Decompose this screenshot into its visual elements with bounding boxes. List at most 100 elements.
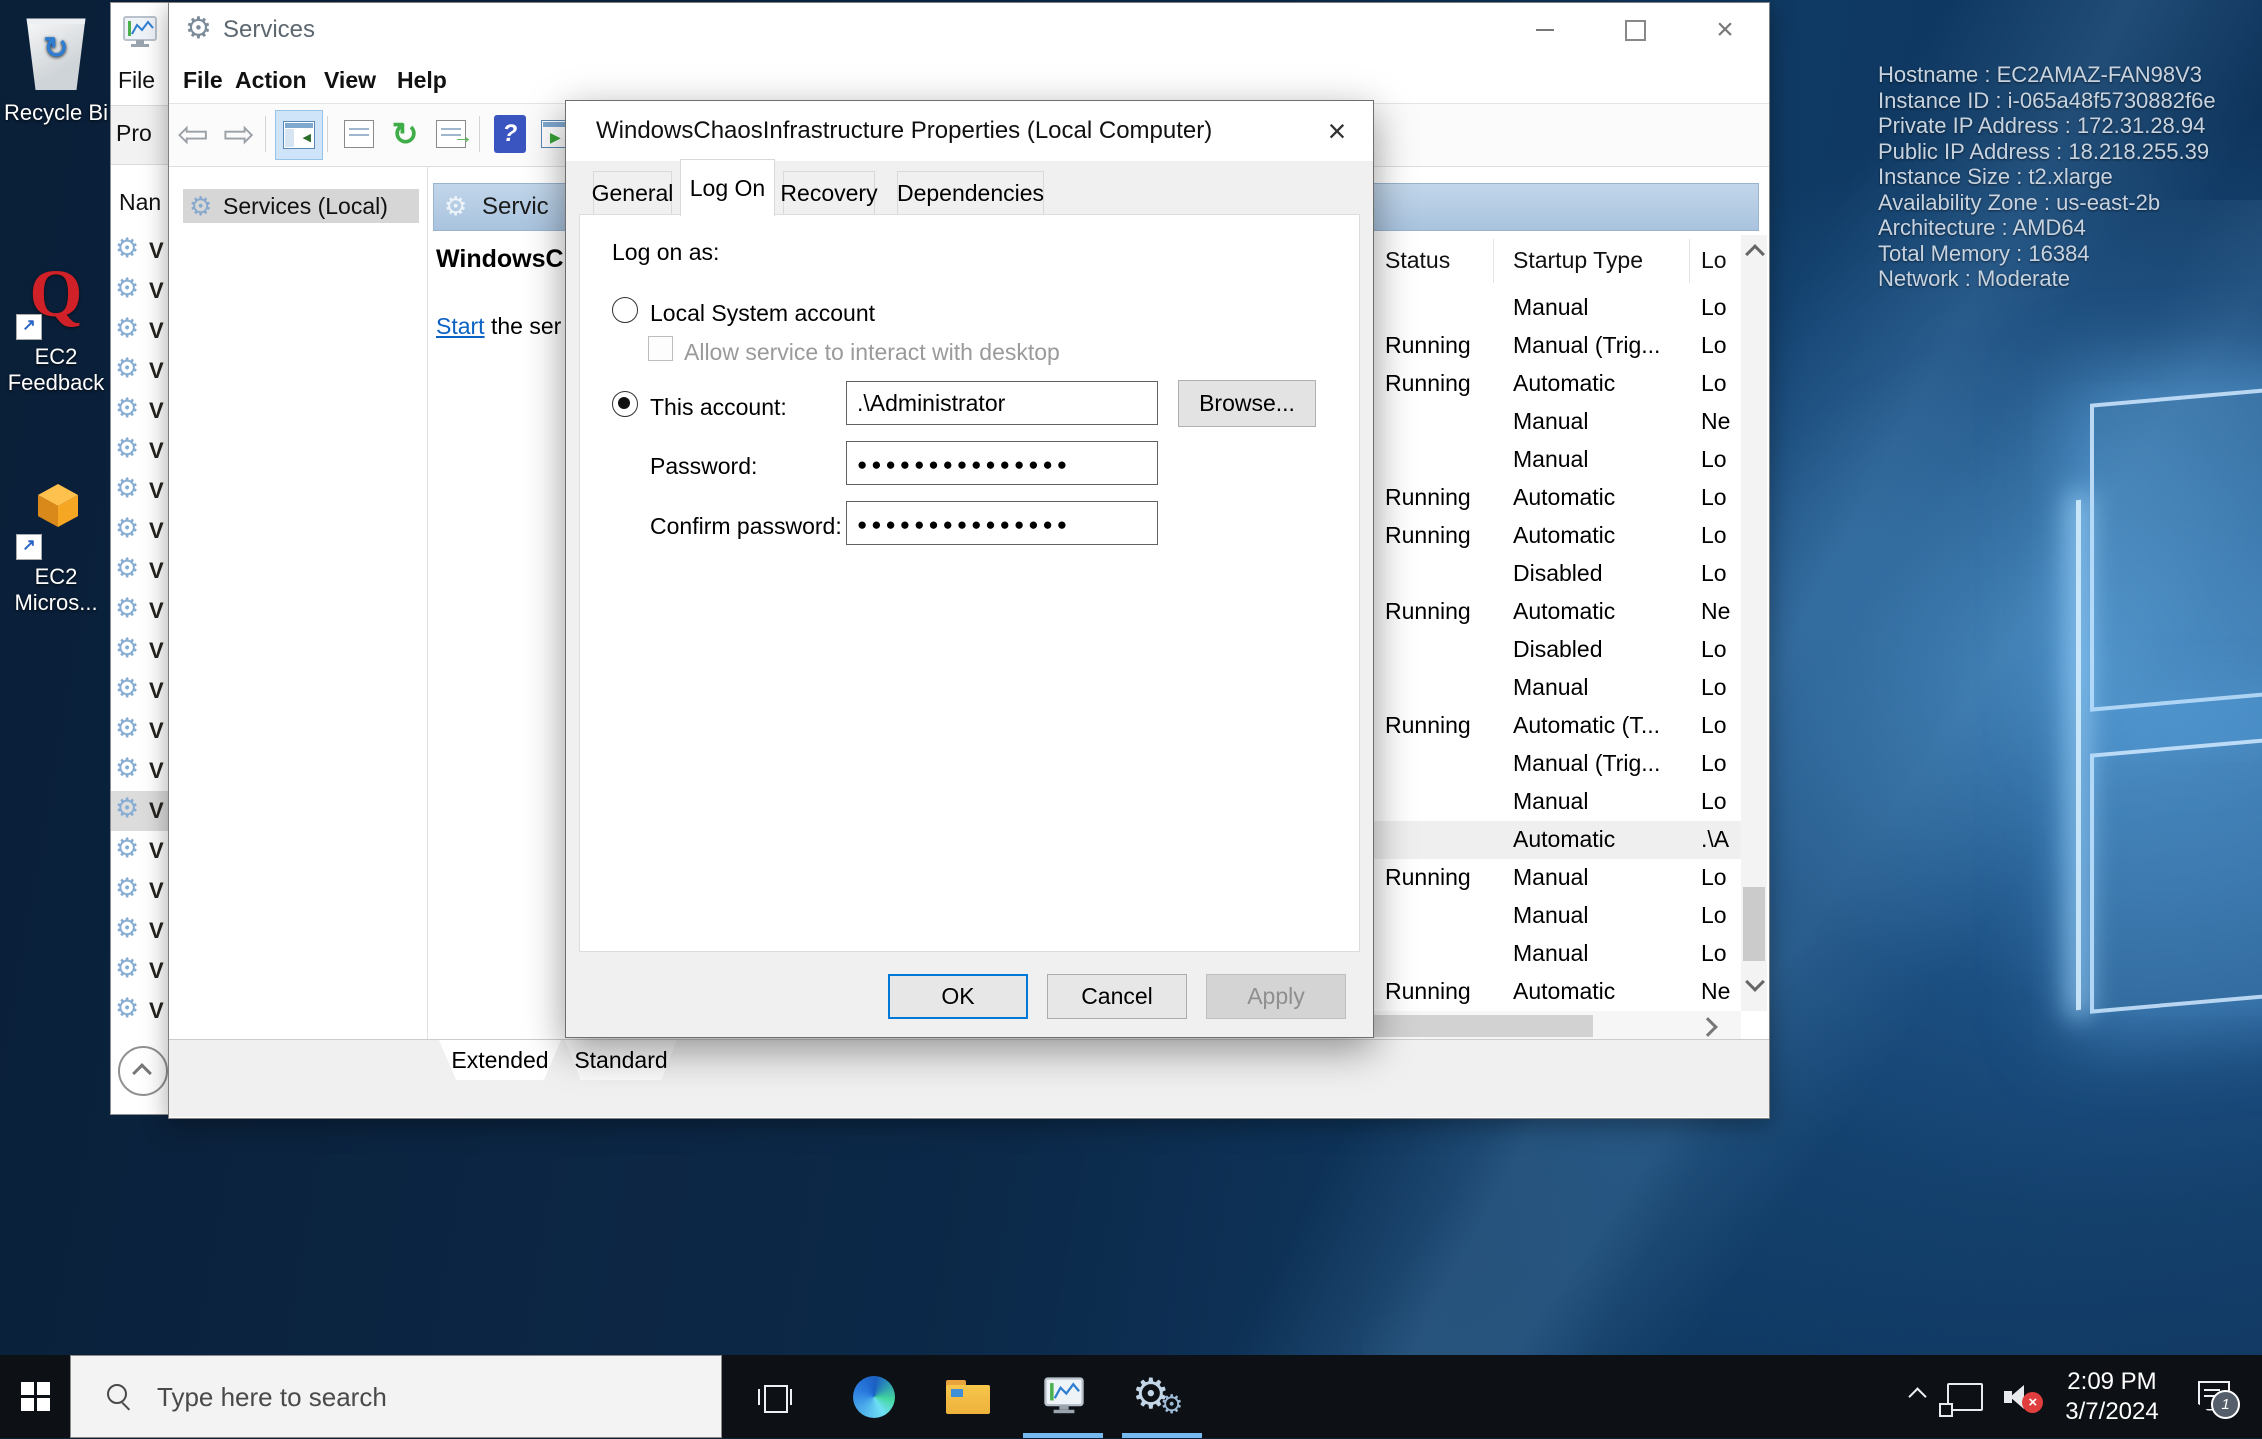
- tab-log-on[interactable]: Log On: [680, 159, 775, 216]
- pane-divider[interactable]: [427, 167, 428, 1039]
- edge-taskbar-button[interactable]: [836, 1355, 912, 1438]
- scrollbar-thumb[interactable]: [1373, 1015, 1593, 1037]
- taskbar-clock[interactable]: 2:09 PM 3/7/2024: [2050, 1355, 2174, 1438]
- service-row[interactable]: ManualLo: [1373, 289, 1741, 327]
- close-button[interactable]: ×: [1701, 9, 1749, 51]
- properties-icon[interactable]: [339, 110, 379, 158]
- file-explorer-taskbar-button[interactable]: [930, 1355, 1006, 1438]
- scrollbar-thumb[interactable]: [1743, 887, 1765, 961]
- show-console-tree-icon[interactable]: ◀: [275, 110, 323, 160]
- bg-service-row[interactable]: ⚙V: [111, 231, 169, 271]
- menu-help[interactable]: Help: [397, 67, 447, 94]
- search-box[interactable]: [70, 1355, 722, 1438]
- bg-service-row[interactable]: ⚙V: [111, 951, 169, 991]
- menu-file[interactable]: File: [183, 67, 223, 94]
- minimize-button[interactable]: [1521, 9, 1569, 51]
- desktop-icon-recycle-bin[interactable]: ↻ Recycle Bi: [4, 12, 108, 126]
- column-startup-type[interactable]: Startup Type: [1513, 247, 1643, 274]
- tab-standard[interactable]: Standard: [565, 1040, 677, 1080]
- bg-service-row[interactable]: ⚙V: [111, 471, 169, 511]
- tab-general[interactable]: General: [593, 171, 672, 216]
- service-row[interactable]: RunningAutomaticLo: [1373, 365, 1741, 403]
- local-system-label[interactable]: Local System account: [650, 300, 875, 327]
- refresh-icon[interactable]: ↻: [385, 110, 425, 158]
- scroll-up-icon[interactable]: [1745, 244, 1765, 264]
- ok-button[interactable]: OK: [888, 974, 1028, 1019]
- bg-service-row[interactable]: ⚙V: [111, 911, 169, 951]
- desktop-icon-ec2-microsoft[interactable]: ↗ EC2 Micros...: [4, 476, 108, 616]
- service-row[interactable]: DisabledLo: [1373, 631, 1741, 669]
- bg-menu-file[interactable]: File: [118, 67, 155, 94]
- back-icon[interactable]: ⇦: [171, 110, 215, 158]
- bg-service-row[interactable]: ⚙V: [111, 591, 169, 631]
- bg-service-row[interactable]: ⚙V: [111, 631, 169, 671]
- start-service-link[interactable]: Start: [436, 313, 485, 339]
- horizontal-scrollbar[interactable]: [1373, 1011, 1741, 1041]
- service-row[interactable]: ManualLo: [1373, 441, 1741, 479]
- services-taskbar-button[interactable]: ⚙⚙: [1120, 1355, 1196, 1438]
- service-row[interactable]: RunningAutomatic (T...Lo: [1373, 707, 1741, 745]
- service-row[interactable]: RunningAutomaticLo: [1373, 517, 1741, 555]
- cancel-button[interactable]: Cancel: [1047, 974, 1187, 1019]
- task-view-button[interactable]: [742, 1355, 808, 1438]
- service-row[interactable]: Manual (Trig...Lo: [1373, 745, 1741, 783]
- forward-icon[interactable]: ⇨: [217, 110, 261, 158]
- bg-service-row[interactable]: ⚙V: [111, 431, 169, 471]
- tree-item-services-local[interactable]: ⚙ Services (Local): [183, 189, 419, 223]
- volume-tray-icon[interactable]: ×: [1994, 1355, 2052, 1438]
- vertical-scrollbar[interactable]: [1741, 235, 1767, 1011]
- network-tray-icon[interactable]: [1940, 1355, 1990, 1438]
- bg-service-row[interactable]: ⚙V: [111, 271, 169, 311]
- export-list-icon[interactable]: →: [429, 110, 473, 158]
- service-row[interactable]: ManualLo: [1373, 783, 1741, 821]
- bg-service-row[interactable]: ⚙V: [111, 991, 169, 1031]
- service-row[interactable]: ManualLo: [1373, 897, 1741, 935]
- service-row[interactable]: RunningAutomaticLo: [1373, 479, 1741, 517]
- service-row[interactable]: ManualNe: [1373, 403, 1741, 441]
- bg-service-row[interactable]: ⚙V: [111, 871, 169, 911]
- desktop-icon-ec2-feedback[interactable]: Q ↗ EC2 Feedback: [4, 256, 108, 396]
- bg-service-row[interactable]: ⚙V: [111, 311, 169, 351]
- password-input[interactable]: [846, 441, 1158, 485]
- service-row[interactable]: ManualLo: [1373, 935, 1741, 973]
- menu-action[interactable]: Action: [235, 67, 307, 94]
- menu-view[interactable]: View: [324, 67, 376, 94]
- performance-monitor-taskbar-button[interactable]: [1026, 1355, 1102, 1438]
- allow-desktop-checkbox[interactable]: [648, 336, 673, 361]
- tab-extended[interactable]: Extended: [439, 1040, 561, 1080]
- bg-service-row[interactable]: ⚙V: [111, 391, 169, 431]
- bg-service-row[interactable]: ⚙V: [111, 671, 169, 711]
- bg-service-row[interactable]: ⚙V: [111, 791, 169, 831]
- tab-recovery[interactable]: Recovery: [783, 171, 875, 216]
- this-account-radio[interactable]: [612, 391, 638, 417]
- service-row[interactable]: Automatic.\A: [1373, 821, 1741, 859]
- tab-dependencies[interactable]: Dependencies: [897, 171, 1044, 216]
- service-row[interactable]: DisabledLo: [1373, 555, 1741, 593]
- service-row[interactable]: RunningManualLo: [1373, 859, 1741, 897]
- bg-service-row[interactable]: ⚙V: [111, 551, 169, 591]
- dialog-close-icon[interactable]: ×: [1314, 111, 1360, 151]
- start-button[interactable]: [0, 1355, 70, 1438]
- scroll-right-icon[interactable]: [1698, 1017, 1718, 1037]
- help-icon[interactable]: ?: [491, 110, 529, 158]
- bg-service-row[interactable]: ⚙V: [111, 711, 169, 751]
- account-input[interactable]: [846, 381, 1158, 425]
- column-log-on-as[interactable]: Lo: [1701, 247, 1727, 274]
- browse-button[interactable]: Browse...: [1178, 380, 1316, 427]
- scroll-down-icon[interactable]: [1745, 972, 1765, 992]
- service-row[interactable]: ManualLo: [1373, 669, 1741, 707]
- column-status[interactable]: Status: [1385, 247, 1450, 274]
- bg-service-row[interactable]: ⚙V: [111, 351, 169, 391]
- this-account-label[interactable]: This account:: [650, 394, 787, 421]
- tray-expand-button[interactable]: [1896, 1355, 1938, 1438]
- bg-service-row[interactable]: ⚙V: [111, 511, 169, 551]
- maximize-button[interactable]: [1611, 9, 1659, 51]
- scroll-up-circle-button[interactable]: [118, 1046, 168, 1096]
- service-properties-dialog[interactable]: WindowsChaosInfrastructure Properties (L…: [565, 100, 1374, 1038]
- confirm-password-input[interactable]: [846, 501, 1158, 545]
- local-system-radio[interactable]: [612, 297, 638, 323]
- service-row[interactable]: RunningAutomaticNe: [1373, 973, 1741, 1011]
- service-row[interactable]: RunningManual (Trig...Lo: [1373, 327, 1741, 365]
- bg-service-row[interactable]: ⚙V: [111, 751, 169, 791]
- action-center-button[interactable]: 1: [2180, 1355, 2252, 1438]
